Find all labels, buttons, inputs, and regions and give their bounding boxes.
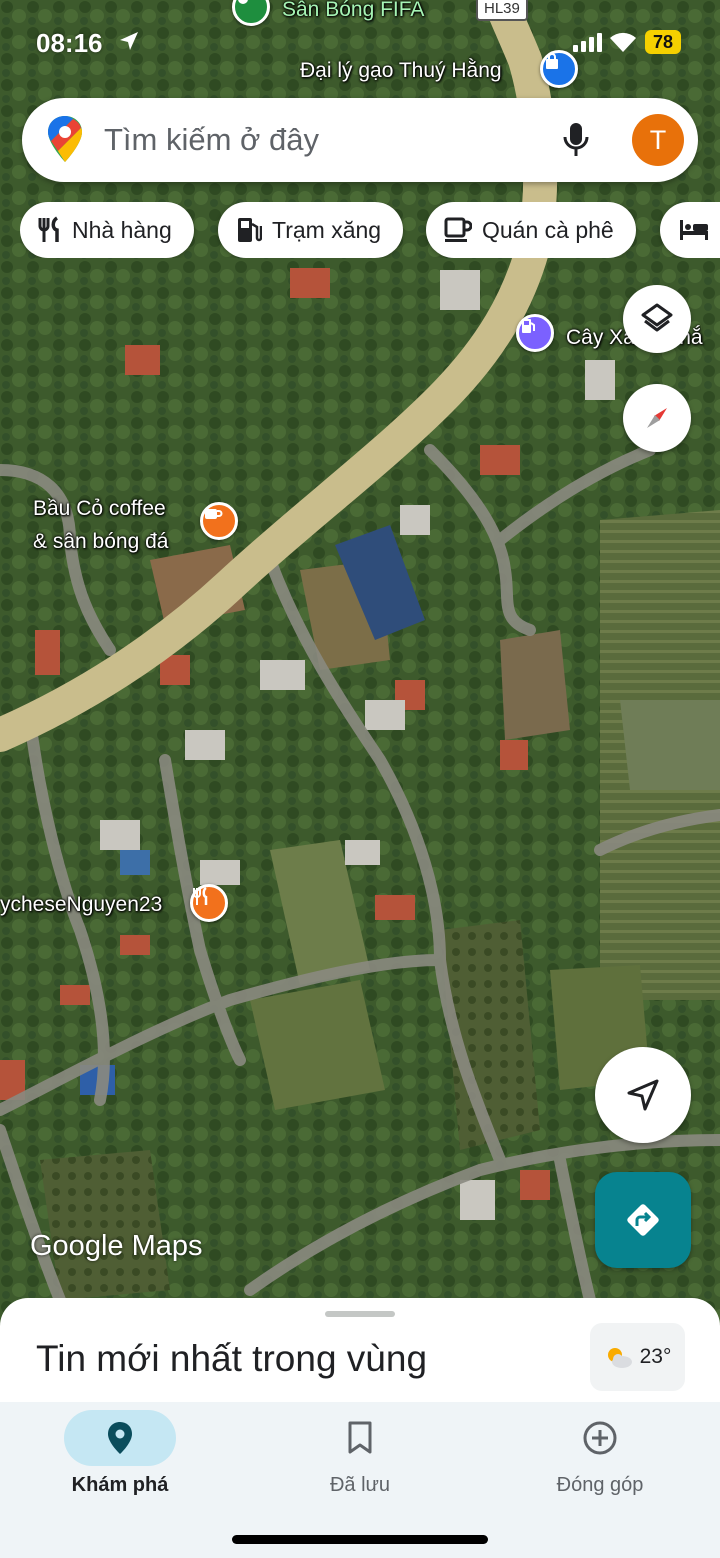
nav-saved[interactable]: Đã lưu <box>240 1402 480 1512</box>
search-bar[interactable]: T <box>22 98 698 182</box>
location-pin-icon <box>108 1422 132 1454</box>
chip-restaurants[interactable]: Nhà hàng <box>20 202 194 258</box>
restaurant-pin[interactable] <box>190 884 228 922</box>
compass-icon <box>647 408 667 428</box>
nav-explore-pill <box>64 1410 176 1466</box>
chip-restaurants-label: Nhà hàng <box>72 216 172 243</box>
wifi-icon <box>610 32 636 52</box>
fork-knife-icon <box>38 216 59 242</box>
microphone-icon <box>563 123 589 156</box>
directions-icon <box>627 1204 659 1236</box>
navigation-arrow-icon <box>627 1079 659 1111</box>
coffee-cup-icon <box>444 217 472 242</box>
coffee-pin[interactable] <box>200 502 238 540</box>
gas-station-icon <box>238 218 262 242</box>
nav-saved-pill <box>304 1410 416 1466</box>
nav-explore[interactable]: Khám phá <box>0 1402 240 1512</box>
location-arrow-icon <box>120 32 138 50</box>
home-indicator[interactable] <box>232 1535 488 1544</box>
weather-chip[interactable]: 23° <box>590 1323 685 1391</box>
category-chips: Nhà hàng Trạm xăng Quán cà phê K <box>20 202 720 258</box>
partly-cloudy-icon <box>607 1348 632 1368</box>
weather-temperature: 23° <box>639 1345 672 1368</box>
nav-saved-label: Đã lưu <box>329 1474 391 1496</box>
nav-contribute-label: Đóng góp <box>556 1474 644 1496</box>
battery-indicator: 78 <box>645 30 681 54</box>
cellular-signal-icon <box>573 33 602 52</box>
compass-button[interactable] <box>623 384 691 452</box>
road-badge: HL39 <box>476 0 528 21</box>
gas-station-pin[interactable] <box>516 314 554 352</box>
nav-explore-label: Khám phá <box>71 1474 169 1496</box>
google-maps-attribution: Google Maps <box>30 1230 203 1262</box>
label-bau-co-line2[interactable]: & sân bóng đá <box>33 530 168 554</box>
bed-icon <box>680 220 708 240</box>
coffee-cup-icon <box>205 509 223 519</box>
map-layers-button[interactable] <box>623 285 691 353</box>
shop-pin[interactable] <box>540 50 578 88</box>
chip-cafes[interactable]: Quán cà phê <box>426 202 636 258</box>
label-bau-co-line1[interactable]: Bầu Cỏ coffee <box>33 497 166 521</box>
shopping-bag-icon <box>546 53 558 69</box>
google-maps-logo-icon <box>48 116 82 162</box>
add-circle-icon <box>583 1421 617 1455</box>
layers-icon <box>641 303 673 332</box>
nav-contribute-pill <box>544 1410 656 1466</box>
chip-cafes-label: Quán cà phê <box>482 216 614 243</box>
nav-contribute[interactable]: Đóng góp <box>480 1402 720 1512</box>
label-san-bong[interactable]: Sân Bóng FIFA <box>282 0 424 22</box>
my-location-button[interactable] <box>595 1047 691 1143</box>
sheet-title: Tin mới nhất trong vùng <box>36 1338 428 1379</box>
label-dai-ly-gao[interactable]: Đại lý gạo Thuý Hằng <box>300 59 502 83</box>
sheet-drag-handle[interactable] <box>325 1311 395 1317</box>
fuel-pump-icon <box>522 319 535 333</box>
chip-gas-stations[interactable]: Trạm xăng <box>218 202 404 258</box>
bookmark-icon <box>348 1421 372 1454</box>
account-avatar[interactable]: T <box>632 114 684 166</box>
chip-hotels[interactable]: K <box>660 202 720 258</box>
chip-gas-stations-label: Trạm xăng <box>272 216 382 243</box>
search-input[interactable] <box>104 120 544 160</box>
voice-search-button[interactable] <box>554 118 598 162</box>
directions-button[interactable] <box>595 1172 691 1268</box>
label-restaurant[interactable]: ycheseNguyen23 <box>0 893 162 917</box>
status-time: 08:16 <box>36 28 103 58</box>
fork-knife-icon <box>193 887 208 905</box>
bottom-sheet[interactable]: Tin mới nhất trong vùng 23° <box>0 1298 720 1408</box>
